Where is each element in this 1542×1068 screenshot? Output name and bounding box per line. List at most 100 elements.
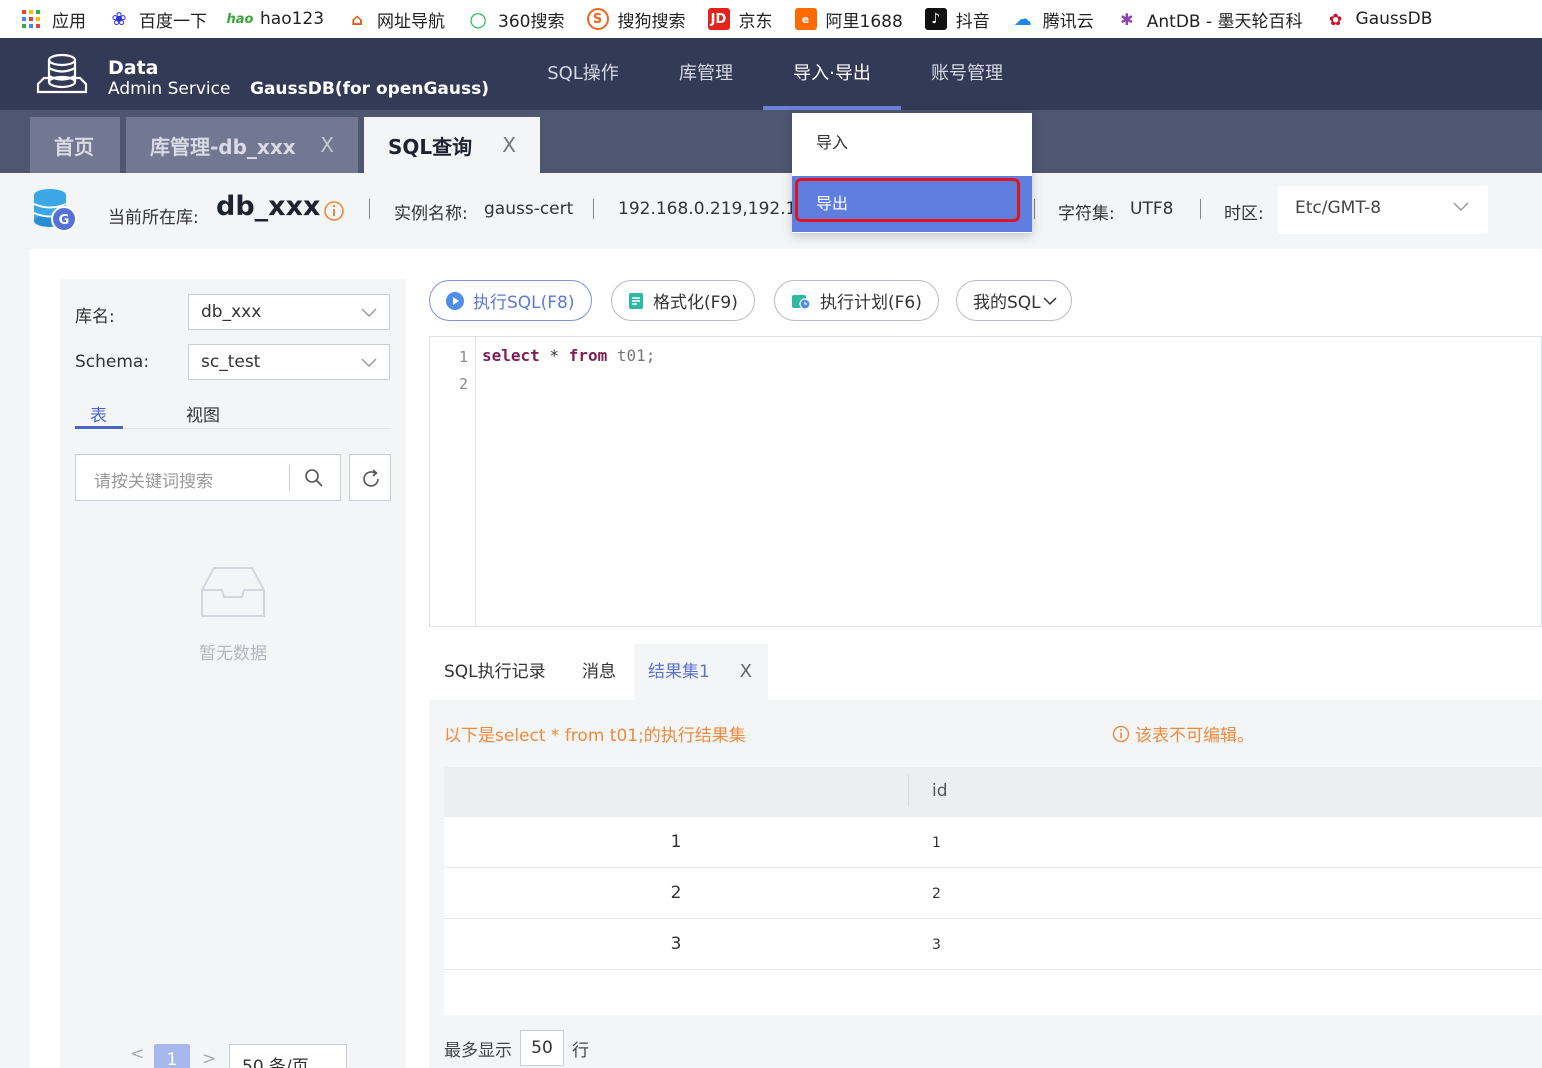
refresh-icon (363, 469, 379, 487)
search-icon[interactable] (304, 468, 324, 488)
bookmark-label: 网址导航 (377, 11, 446, 32)
bookmark-hao123[interactable]: hao hao123 (227, 8, 325, 30)
schema-select-value: sc_test (201, 352, 261, 372)
menu-item-import[interactable]: 导入 (792, 115, 1032, 171)
calendar-clock-icon (792, 294, 811, 310)
main-content: 库名: db_xxx Schema: sc_test 表 视图 请按关键词搜索 … (30, 249, 1542, 1068)
divider (1034, 199, 1035, 219)
product-name: GaussDB(for openGauss) (250, 79, 489, 99)
table-row[interactable]: 3 3 (444, 919, 1542, 970)
nav-import-export[interactable]: 导入·导出 (763, 38, 901, 110)
db-select[interactable]: db_xxx (188, 294, 390, 330)
execute-sql-button[interactable]: 执行SQL(F8) (429, 280, 592, 321)
tab-db-mgmt[interactable]: 库管理-db_xxx X (126, 117, 358, 173)
bookmark-2345[interactable]: ⌂ 网址导航 (346, 7, 445, 32)
chevron-down-icon (361, 358, 377, 367)
db-label: 库名: (75, 307, 115, 327)
table-row[interactable]: 2 2 (444, 868, 1542, 919)
max-rows-control: 最多显示 50 行 (444, 1030, 589, 1066)
sql-keyword: from (568, 346, 608, 365)
bookmark-label: 应用 (52, 11, 86, 32)
divider (289, 465, 290, 491)
ali1688-icon: e (794, 8, 817, 30)
readonly-warning: 该表不可编辑。 (1112, 721, 1254, 746)
result-panel: 以下是select * from t01;的执行结果集 该表不可编辑。 id 1… (429, 700, 1542, 1068)
tab-result-set[interactable]: 结果集1 X (634, 644, 768, 700)
bookmark-label: 阿里1688 (825, 11, 903, 32)
bookmark-1688[interactable]: e 阿里1688 (794, 7, 903, 32)
close-icon[interactable]: X (320, 133, 334, 157)
execution-plan-button[interactable]: 执行计划(F6) (774, 280, 939, 321)
baidu-paw-icon: ❀ (108, 8, 130, 30)
play-icon (446, 291, 464, 310)
search-placeholder: 请按关键词搜索 (94, 472, 213, 492)
format-sql-button[interactable]: 格式化(F9) (611, 280, 755, 321)
line-number-gutter: 1 2 (430, 337, 476, 626)
bookmark-gaussdb[interactable]: ✿ GaussDB (1324, 8, 1432, 30)
bookmark-antdb[interactable]: ✱ AntDB - 墨天轮百科 (1115, 7, 1303, 32)
row-number: 1 (670, 832, 682, 852)
bookmark-tencent-cloud[interactable]: ☁ 腾讯云 (1011, 7, 1094, 32)
bookmark-360[interactable]: ○ 360搜索 (467, 7, 565, 32)
highlight-ring (795, 178, 1020, 222)
my-sql-button[interactable]: 我的SQL (956, 280, 1072, 321)
bookmark-label: 京东 (738, 11, 773, 32)
instance-name: gauss-cert (484, 199, 574, 219)
page-number-current[interactable]: 1 (154, 1044, 190, 1068)
bookmark-label: 搜狗搜索 (617, 11, 686, 32)
sql-code[interactable]: select * from t01; (482, 346, 655, 365)
tab-sql-query[interactable]: SQL查询 X (364, 117, 540, 173)
db-info-bar: G 当前所在库: db_xxx 实例名称: gauss-cert 192.168… (0, 173, 1542, 249)
close-icon[interactable]: X (502, 133, 516, 157)
max-rows-label: 最多显示 (444, 1040, 512, 1061)
close-icon[interactable]: X (740, 644, 752, 700)
nav-sql-ops[interactable]: SQL操作 (532, 38, 634, 110)
pager-prev-button[interactable]: < (130, 1044, 144, 1064)
timezone-select[interactable]: Etc/GMT-8 (1278, 186, 1488, 234)
max-rows-input[interactable]: 50 (520, 1030, 564, 1066)
bookmark-baidu[interactable]: ❀ 百度一下 (108, 7, 207, 32)
tab-views[interactable]: 视图 (186, 401, 220, 426)
tab-tables[interactable]: 表 (90, 401, 107, 426)
import-export-menu: 导入 导出 (792, 113, 1032, 233)
menu-item-export[interactable]: 导出 (792, 176, 1032, 232)
max-rows-unit: 行 (572, 1040, 589, 1061)
nav-account-mgmt[interactable]: 账号管理 (918, 38, 1016, 110)
bookmark-douyin[interactable]: ♪ 抖音 (924, 7, 990, 32)
result-tabs: SQL执行记录 消息 结果集1 X (429, 644, 1542, 700)
table-row[interactable]: 1 1 (444, 817, 1542, 868)
bookmark-label: AntDB - 墨天轮百科 (1146, 11, 1303, 32)
bookmark-apps[interactable]: 应用 (22, 7, 86, 32)
schema-label: Schema: (75, 352, 150, 372)
bookmark-jd[interactable]: JD 京东 (707, 7, 773, 32)
tab-sql-history[interactable]: SQL执行记录 (444, 644, 546, 700)
result-message: 以下是select * from t01;的执行结果集 (444, 726, 746, 746)
charset-label: 字符集: (1058, 204, 1115, 224)
douyin-icon: ♪ (924, 8, 947, 30)
db-select-value: db_xxx (201, 302, 262, 322)
page-size-select[interactable]: 50 条/页 (229, 1044, 347, 1068)
antdb-icon: ✱ (1115, 8, 1138, 30)
chevron-down-icon (1453, 202, 1469, 212)
bookmark-sogou[interactable]: S 搜狗搜索 (586, 7, 686, 32)
apps-grid-icon (22, 10, 40, 28)
tab-home[interactable]: 首页 (30, 117, 120, 173)
column-divider (908, 775, 909, 807)
result-table: id 1 1 2 2 3 3 (444, 767, 1542, 1015)
jd-icon: JD (707, 8, 730, 30)
button-label: 我的SQL (973, 293, 1041, 313)
refresh-button[interactable] (349, 454, 391, 501)
column-header-id[interactable]: id (932, 781, 948, 801)
table-search-input[interactable]: 请按关键词搜索 (75, 454, 341, 501)
active-tab-indicator (75, 426, 123, 429)
svg-text:G: G (59, 213, 70, 228)
charset-value: UTF8 (1130, 199, 1174, 219)
divider (593, 199, 594, 219)
nav-db-mgmt[interactable]: 库管理 (664, 38, 748, 110)
tab-messages[interactable]: 消息 (582, 644, 616, 700)
schema-select[interactable]: sc_test (188, 344, 390, 380)
pager-next-button[interactable]: > (202, 1049, 216, 1068)
bookmark-label: hao123 (260, 9, 325, 29)
sql-editor[interactable]: 1 2 select * from t01; (429, 336, 1542, 627)
info-icon[interactable] (323, 200, 345, 222)
